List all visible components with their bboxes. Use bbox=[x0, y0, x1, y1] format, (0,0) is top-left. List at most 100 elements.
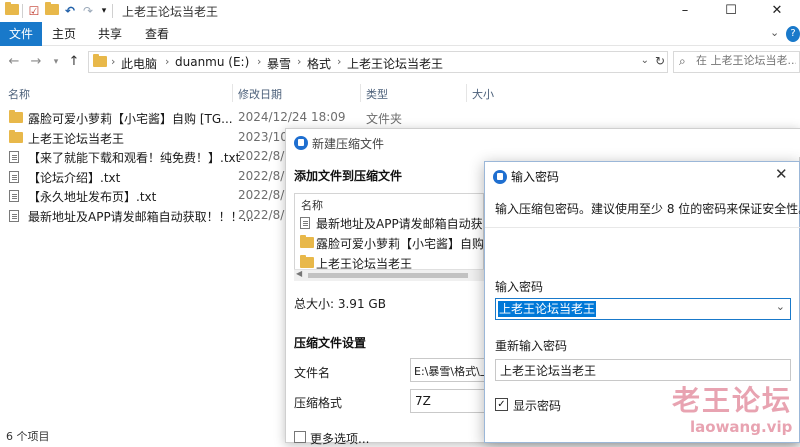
refresh-icon[interactable]: ↻ bbox=[655, 54, 665, 68]
forward-icon[interactable]: → bbox=[28, 54, 44, 70]
confirm-password-label: 重新输入密码 bbox=[495, 339, 568, 353]
password-field[interactable]: 上老王论坛当老王 ⌄ bbox=[495, 298, 791, 320]
text-file-icon bbox=[300, 217, 310, 232]
column-size[interactable]: 大小 bbox=[472, 86, 494, 102]
total-size: 总大小: 3.91 GB bbox=[294, 297, 386, 311]
list-item-label: 最新地址及APP请发邮箱自动获取！ bbox=[316, 217, 483, 231]
tab-file[interactable]: 文件 bbox=[0, 22, 42, 46]
scroll-left-icon[interactable]: ◀ bbox=[296, 269, 302, 278]
file-name: 最新地址及APP请发邮箱自动获取！！！... bbox=[28, 209, 255, 224]
file-date: 2022/8/1 bbox=[238, 188, 292, 202]
filename-label: 文件名 bbox=[294, 366, 331, 380]
breadcrumb-this-pc[interactable]: 此电脑 bbox=[121, 55, 157, 72]
search-icon: ⌕ bbox=[679, 54, 686, 68]
password-value: 上老王论坛当老王 bbox=[498, 301, 597, 317]
breadcrumb-drive[interactable]: duanmu (E:) bbox=[175, 55, 249, 69]
confirm-password-field[interactable]: 上老王论坛当老王 bbox=[495, 359, 791, 381]
redo-icon[interactable]: ↷ bbox=[80, 3, 96, 19]
file-date: 2022/8/1 bbox=[238, 168, 292, 183]
folder-icon bbox=[300, 235, 314, 251]
breadcrumb-current[interactable]: 上老王论坛当老王 bbox=[347, 55, 443, 72]
chevron-down-icon[interactable]: ⌄ bbox=[776, 300, 785, 313]
file-name: 露脸可爱小萝莉【小宅酱】自购 [TG... bbox=[28, 112, 233, 126]
file-name: 【论坛介绍】.txt bbox=[28, 170, 121, 185]
column-date[interactable]: 修改日期 bbox=[238, 86, 282, 102]
file-row[interactable]: 露脸可爱小萝莉【小宅酱】自购 [TG... 2024/12/24 18:09 文件夹 bbox=[0, 108, 800, 127]
divider bbox=[112, 4, 113, 18]
close-button[interactable]: ✕ bbox=[754, 0, 800, 22]
expand-ribbon-icon[interactable]: ⌄ bbox=[770, 26, 784, 42]
file-type: 文件夹 bbox=[366, 112, 403, 126]
maximize-button[interactable]: ☐ bbox=[708, 0, 754, 22]
breadcrumb-separator-icon[interactable]: › bbox=[111, 55, 115, 68]
divider bbox=[22, 4, 23, 18]
search-box[interactable]: ⌕ bbox=[673, 51, 800, 73]
properties-icon[interactable]: ☑ bbox=[26, 3, 42, 19]
horizontal-scrollbar[interactable]: ◀ bbox=[294, 269, 484, 281]
list-item[interactable]: 露脸可爱小萝莉【小宅酱】自购 [ bbox=[300, 234, 484, 252]
list-header-name[interactable]: 名称 bbox=[301, 197, 323, 213]
list-item-label: 露脸可爱小萝莉【小宅酱】自购 [ bbox=[316, 237, 484, 251]
new-folder-icon[interactable] bbox=[44, 2, 60, 19]
more-options-label[interactable]: 更多选项... bbox=[310, 430, 369, 447]
column-divider[interactable] bbox=[466, 84, 467, 102]
search-input[interactable] bbox=[696, 54, 796, 67]
add-files-heading: 添加文件到压缩文件 bbox=[294, 169, 403, 183]
help-icon[interactable]: ? bbox=[786, 26, 800, 42]
breadcrumb-blizzard[interactable]: 暴雪 bbox=[267, 55, 291, 72]
text-file-icon bbox=[9, 190, 19, 205]
folder-icon bbox=[9, 129, 23, 146]
undo-icon[interactable]: ↶ bbox=[62, 3, 78, 19]
file-date: 2024/12/24 18:09 bbox=[238, 110, 346, 124]
show-password-label[interactable]: 显示密码 bbox=[513, 397, 561, 414]
breadcrumb-format[interactable]: 格式 bbox=[307, 55, 331, 72]
tab-share[interactable]: 共享 bbox=[91, 22, 129, 46]
password-label: 输入密码 bbox=[495, 280, 544, 294]
folder-icon bbox=[4, 2, 20, 19]
more-options-checkbox[interactable] bbox=[294, 431, 306, 443]
breadcrumb-separator-icon[interactable]: › bbox=[337, 55, 341, 68]
archive-file-list[interactable]: 名称 最新地址及APP请发邮箱自动获取！ 露脸可爱小萝莉【小宅酱】自购 [ 上老… bbox=[294, 193, 484, 281]
dialog-title: 输入密码 bbox=[511, 170, 560, 184]
back-icon[interactable]: ← bbox=[6, 54, 22, 70]
bandizip-icon bbox=[294, 136, 308, 150]
folder-icon bbox=[9, 110, 23, 126]
settings-heading: 压缩文件设置 bbox=[294, 336, 367, 350]
column-divider[interactable] bbox=[232, 84, 233, 102]
navigation-bar: ← → ▾ ↑ › 此电脑 › duanmu (E:) › 暴雪 › 格式 › … bbox=[0, 46, 800, 78]
column-header: 名称 修改日期 类型 大小 bbox=[0, 82, 800, 104]
tab-home[interactable]: 主页 bbox=[45, 22, 83, 46]
column-divider[interactable] bbox=[360, 84, 361, 102]
customize-toolbar-icon[interactable]: ▾ bbox=[96, 3, 112, 19]
breadcrumb-separator-icon[interactable]: › bbox=[165, 55, 169, 68]
dialog-title: 新建压缩文件 bbox=[312, 137, 385, 151]
show-password-checkbox[interactable]: ✓ bbox=[495, 398, 508, 411]
column-name[interactable]: 名称 bbox=[8, 86, 30, 102]
chevron-down-icon[interactable]: ⌄ bbox=[641, 55, 649, 66]
format-label: 压缩格式 bbox=[294, 396, 343, 410]
text-file-icon bbox=[9, 151, 19, 166]
filename-field[interactable]: E:\暴雪\格式\上 bbox=[410, 358, 490, 382]
breadcrumb-separator-icon[interactable]: › bbox=[297, 55, 301, 68]
column-type[interactable]: 类型 bbox=[366, 86, 388, 102]
file-name: 【永久地址发布页】.txt bbox=[28, 190, 157, 204]
close-icon[interactable]: ✕ bbox=[775, 165, 788, 183]
format-select[interactable]: 7Z bbox=[410, 389, 490, 413]
up-icon[interactable]: ↑ bbox=[66, 54, 82, 70]
file-name: 【来了就能下载和观看！纯免费！】.txt bbox=[28, 151, 241, 165]
scrollbar-thumb[interactable] bbox=[308, 273, 468, 278]
file-name: 上老王论坛当老王 bbox=[28, 131, 125, 146]
breadcrumb-separator-icon[interactable]: › bbox=[257, 55, 261, 68]
tab-view[interactable]: 查看 bbox=[137, 22, 177, 46]
address-bar[interactable]: › 此电脑 › duanmu (E:) › 暴雪 › 格式 › 上老王论坛当老王… bbox=[88, 51, 668, 73]
status-item-count: 6 个项目 bbox=[6, 430, 50, 443]
recent-locations-icon[interactable]: ▾ bbox=[48, 54, 64, 70]
dialog-title-bar[interactable]: 新建压缩文件 bbox=[286, 129, 800, 157]
watermark-logo: 老王论坛 bbox=[672, 384, 793, 417]
bandizip-icon bbox=[493, 170, 507, 184]
file-date: 2022/8/1 bbox=[238, 207, 292, 222]
list-item[interactable]: 最新地址及APP请发邮箱自动获取！ bbox=[300, 214, 483, 232]
file-date: 2023/10/ bbox=[238, 129, 292, 144]
minimize-button[interactable]: – bbox=[662, 0, 708, 22]
title-bar: ☑ ↶ ↷ ▾ 上老王论坛当老王 – ☐ ✕ bbox=[0, 0, 800, 22]
